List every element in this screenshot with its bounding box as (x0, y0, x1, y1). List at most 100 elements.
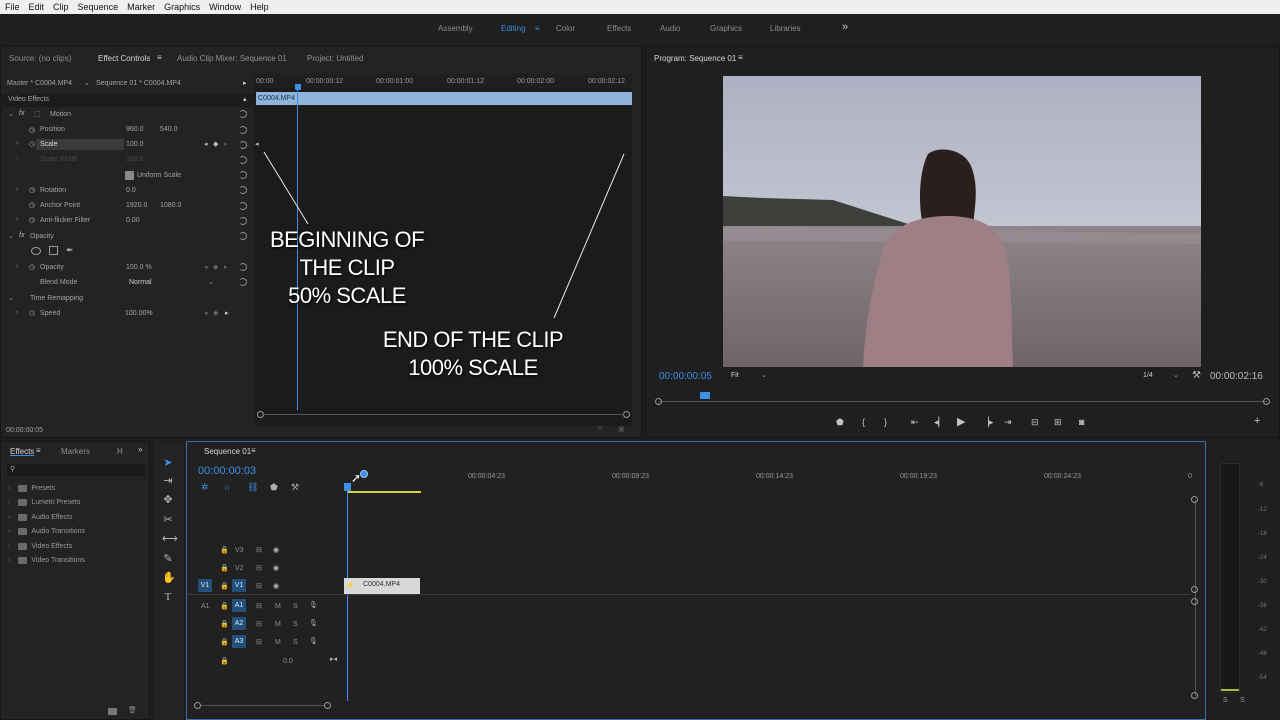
go-to-end-icon[interactable]: ▸◂ (330, 655, 337, 663)
anchor-x-value[interactable]: 1920.0 (126, 202, 147, 209)
lock-icon[interactable]: 🔒 (220, 657, 229, 665)
ellipse-mask-icon[interactable] (31, 247, 41, 255)
work-area-bar[interactable] (347, 491, 421, 493)
tab-project[interactable]: Project: Untitled (307, 54, 363, 63)
step-back-icon[interactable]: ◂▏ (934, 417, 945, 428)
pen-mask-icon[interactable]: ✒ (66, 245, 74, 256)
prev-keyframe-icon[interactable]: ◂ (204, 140, 208, 148)
stopwatch-active-icon[interactable]: ◷ (29, 140, 35, 148)
type-tool-icon[interactable]: T (162, 591, 174, 603)
fx-icon[interactable]: fx (19, 110, 24, 117)
prev-keyframe-icon[interactable]: ◂ (204, 263, 208, 271)
add-keyframe-icon[interactable]: ◆ (213, 263, 218, 271)
sync-lock-icon[interactable]: ⊟ (256, 564, 262, 572)
transform-icon[interactable]: ⬚ (34, 110, 41, 118)
menu-sequence[interactable]: Sequence (78, 2, 119, 12)
zoom-handle-left[interactable] (194, 702, 201, 709)
expand-arrow-icon[interactable]: ⌄ (8, 110, 14, 118)
eye-icon[interactable]: ◉ (273, 564, 279, 572)
sync-lock-icon[interactable]: ⊟ (256, 546, 262, 554)
add-button-icon[interactable]: + (1254, 415, 1260, 427)
program-playhead[interactable] (700, 392, 710, 399)
tab-audio-clip-mixer[interactable]: Audio Clip Mixer: Sequence 01 (177, 54, 287, 63)
eye-icon[interactable]: ◉ (273, 546, 279, 554)
effects-folder-audio-transitions[interactable]: › Audio Transitions (8, 528, 85, 535)
solo-button[interactable]: S (293, 603, 298, 610)
rotation-value[interactable]: 0.0 (126, 187, 136, 194)
add-marker-icon[interactable]: ⬟ (836, 417, 844, 428)
ec-playhead[interactable] (295, 84, 301, 90)
effects-search-input[interactable]: ⚲ (7, 464, 145, 476)
panel-menu-icon[interactable]: ≡ (36, 446, 41, 455)
wrench-icon[interactable]: ⚒ (1192, 370, 1201, 381)
zoom-handle-left[interactable] (655, 398, 662, 405)
reset-icon[interactable] (239, 156, 247, 164)
reset-icon[interactable] (239, 141, 247, 149)
expand-arrow-icon[interactable]: › (16, 186, 18, 193)
timeline-playhead[interactable] (344, 483, 351, 491)
stopwatch-active-icon[interactable]: ◷ (29, 309, 35, 317)
scroll-handle[interactable] (1191, 586, 1198, 593)
tab-source[interactable]: Source: (no clips) (9, 54, 71, 63)
effect-controls-timecode[interactable]: 00:00:00:05 (6, 427, 43, 434)
reset-icon[interactable] (239, 110, 247, 118)
workspace-color[interactable]: Color (556, 24, 575, 33)
tab-markers[interactable]: Markers (61, 447, 90, 456)
reset-icon[interactable] (239, 126, 247, 134)
reset-icon[interactable] (239, 278, 247, 286)
lock-icon[interactable]: 🔒 (220, 546, 229, 554)
sync-lock-icon[interactable]: ⊟ (256, 582, 262, 590)
next-keyframe-icon[interactable]: ▸ (225, 309, 229, 317)
new-bin-icon[interactable] (108, 708, 117, 715)
workspace-audio[interactable]: Audio (660, 24, 680, 33)
program-scrub-bar[interactable] (659, 401, 1267, 402)
step-forward-icon[interactable]: ▕▸ (982, 417, 993, 428)
chevron-down-icon[interactable]: ⌄ (761, 371, 767, 379)
mute-button[interactable]: M (275, 621, 281, 628)
collapse-icon[interactable]: ▴ (243, 95, 247, 103)
snap-icon[interactable]: ∩ (224, 482, 230, 492)
rectangle-mask-icon[interactable] (49, 246, 58, 255)
lock-icon[interactable]: 🔒 (220, 564, 229, 572)
reset-icon[interactable] (239, 232, 247, 240)
menu-window[interactable]: Window (209, 2, 241, 12)
stopwatch-active-icon[interactable]: ◷ (29, 263, 35, 271)
expand-arrow-icon[interactable]: ⌄ (8, 232, 14, 240)
workspace-libraries[interactable]: Libraries (770, 24, 801, 33)
microphone-icon[interactable]: 🎙 (309, 601, 318, 609)
menu-clip[interactable]: Clip (53, 2, 69, 12)
add-keyframe-icon[interactable]: ◆ (213, 309, 218, 317)
expand-arrow-icon[interactable]: › (16, 140, 18, 147)
sync-lock-icon[interactable]: ⊟ (256, 620, 262, 628)
opacity-value[interactable]: 100.0 % (126, 264, 152, 271)
stopwatch-icon[interactable]: ◷ (29, 216, 35, 224)
lock-icon[interactable]: 🔒 (220, 620, 229, 628)
panel-menu-icon[interactable]: ≡ (251, 446, 256, 455)
stopwatch-icon[interactable]: ◷ (29, 186, 35, 194)
workspace-menu-icon[interactable]: ≡ (535, 24, 540, 33)
play-icon[interactable]: ▶ (957, 415, 965, 428)
anti-flicker-value[interactable]: 0.00 (126, 217, 140, 224)
menu-marker[interactable]: Marker (127, 2, 155, 12)
expand-arrow-icon[interactable]: › (16, 216, 18, 223)
menu-help[interactable]: Help (250, 2, 269, 12)
add-marker-icon[interactable]: ⬟ (270, 482, 278, 493)
chevron-down-icon[interactable]: ⌄ (84, 79, 90, 87)
resolution-select[interactable]: 1/4 (1143, 372, 1153, 379)
workspace-effects[interactable]: Effects (607, 24, 631, 33)
program-timecode[interactable]: 00:00:00:05 (659, 371, 712, 382)
go-to-out-icon[interactable]: ⇥ (1004, 417, 1012, 428)
reset-icon[interactable] (239, 202, 247, 210)
chevron-down-icon[interactable]: ⌄ (208, 278, 214, 286)
workspace-editing[interactable]: Editing (501, 24, 525, 33)
solo-button[interactable]: S (293, 621, 298, 628)
track-label-v2[interactable]: V2 (235, 565, 244, 572)
go-to-in-icon[interactable]: ⇤ (911, 417, 919, 428)
hand-tool-icon[interactable]: ✋ (162, 572, 176, 584)
sync-lock-icon[interactable]: ⊟ (256, 602, 262, 610)
panel-menu-icon[interactable]: ≡ (738, 53, 743, 62)
workspace-graphics[interactable]: Graphics (710, 24, 742, 33)
effects-folder-video-transitions[interactable]: › Video Transitions (8, 557, 85, 564)
sequence-clip-label[interactable]: Sequence 01 * C0004.MP4 (96, 80, 181, 87)
source-patch-v1[interactable]: V1 (198, 579, 212, 592)
